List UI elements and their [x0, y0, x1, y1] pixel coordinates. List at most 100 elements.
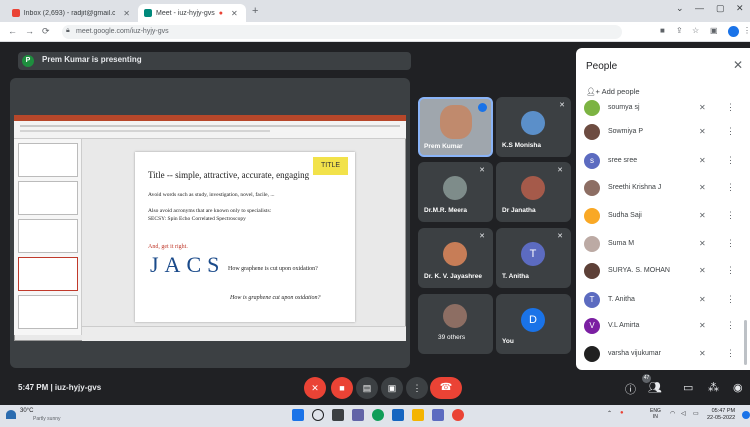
- chevron-down-icon[interactable]: ⌄: [676, 3, 684, 14]
- add-people-button[interactable]: 👤︎+ Add people: [586, 87, 640, 96]
- settings-icon[interactable]: [432, 409, 444, 421]
- leave-call-button[interactable]: ☎: [430, 377, 462, 399]
- slide-line: Avoid words such as study, investigation…: [148, 192, 275, 198]
- start-icon[interactable]: [292, 409, 304, 421]
- more-options-icon[interactable]: ⋮: [726, 210, 735, 221]
- participant-tile[interactable]: ✕ Dr Janatha: [496, 162, 571, 222]
- more-options-icon[interactable]: ⋮: [726, 182, 735, 193]
- title-tag: TITLE: [313, 157, 348, 175]
- task-view-icon[interactable]: [332, 409, 344, 421]
- more-options-icon[interactable]: ⋮: [726, 265, 735, 276]
- avatar: V: [584, 318, 600, 334]
- add-person-icon: 👤︎+: [586, 87, 600, 96]
- share-icon[interactable]: ⇪: [676, 26, 683, 35]
- participant-tile[interactable]: ✕ K.S Monisha: [496, 97, 571, 157]
- host-controls-icon[interactable]: ◉: [733, 381, 743, 394]
- camera-toggle-button[interactable]: ■: [331, 377, 353, 399]
- language-indicator[interactable]: ENG IN: [650, 408, 661, 420]
- star-icon[interactable]: ☆: [692, 26, 699, 35]
- close-icon[interactable]: ✕: [733, 58, 743, 72]
- menu-icon[interactable]: ⋮: [743, 26, 750, 35]
- notification-icon[interactable]: [742, 411, 750, 419]
- window-icon[interactable]: ▣: [710, 26, 718, 35]
- participant-tile[interactable]: ✕ T T. Anitha: [496, 228, 571, 288]
- mic-toggle-button[interactable]: ✕: [304, 377, 326, 399]
- participant-tile[interactable]: ✕ Dr. K. V. Jayashree: [418, 228, 493, 288]
- more-options-icon[interactable]: ⋮: [726, 102, 735, 113]
- more-options-button[interactable]: ⋮: [406, 377, 428, 399]
- close-icon[interactable]: ✕: [231, 9, 238, 18]
- presenter-avatar: P: [22, 55, 34, 67]
- maximize-button[interactable]: ▢: [716, 3, 725, 14]
- wifi-icon[interactable]: ◠: [670, 410, 675, 417]
- battery-icon[interactable]: ▭: [693, 410, 699, 417]
- people-icon[interactable]: 👥︎: [648, 381, 662, 394]
- person-row[interactable]: T T. Anitha ✕ ⋮: [576, 289, 748, 312]
- mic-off-icon: ✕: [479, 233, 485, 240]
- speaking-icon: [478, 103, 487, 112]
- more-options-icon[interactable]: ⋮: [726, 126, 735, 137]
- presenting-label: Prem Kumar is presenting: [42, 55, 142, 64]
- forward-button[interactable]: →: [25, 26, 34, 36]
- avatar: [584, 208, 600, 224]
- weather-temp[interactable]: 30°C: [20, 408, 33, 414]
- avatar: [443, 242, 467, 266]
- profile-avatar[interactable]: [728, 26, 739, 37]
- present-icon: ▣: [387, 383, 397, 393]
- others-tile[interactable]: 39 others: [418, 294, 493, 354]
- reload-button[interactable]: ⟳: [42, 26, 50, 37]
- people-count-badge: 47: [642, 374, 651, 383]
- present-button[interactable]: ▣: [381, 377, 403, 399]
- chat-icon[interactable]: ▭: [683, 381, 693, 394]
- close-icon[interactable]: ✕: [123, 9, 130, 18]
- self-tile[interactable]: D You: [496, 294, 571, 354]
- participant-name: Dr Janatha: [502, 207, 536, 214]
- clock-time: 05:47 PM: [711, 408, 736, 414]
- search-icon[interactable]: [312, 409, 324, 421]
- mic-off-icon: ✕: [699, 266, 706, 275]
- info-icon[interactable]: ⓘ: [625, 381, 636, 397]
- person-row[interactable]: Sreethi Krishna J ✕ ⋮: [576, 177, 748, 200]
- more-options-icon[interactable]: ⋮: [726, 348, 735, 359]
- captions-icon: ▤: [362, 383, 372, 393]
- participant-tile[interactable]: ✕ Dr.M.R. Meera: [418, 162, 493, 222]
- activities-icon[interactable]: ⁂: [708, 381, 719, 394]
- url-field[interactable]: meet.google.com/iuz-hyjy-gvs: [62, 25, 622, 39]
- person-row[interactable]: soumya sj ✕ ⋮: [576, 97, 748, 120]
- add-people-label: Add people: [601, 87, 640, 96]
- camera-icon[interactable]: ■: [660, 26, 665, 35]
- person-row[interactable]: Sowmiya P ✕ ⋮: [576, 121, 748, 144]
- mail-icon[interactable]: [392, 409, 404, 421]
- tray-app-icon[interactable]: ●: [620, 410, 624, 416]
- tab-inbox[interactable]: Inbox (2,693) - radjit@gmail.com ✕: [6, 4, 136, 22]
- edge-icon[interactable]: [372, 409, 384, 421]
- taskbar-clock[interactable]: 05:47 PM 22-05-2022: [707, 408, 735, 422]
- chat-app-icon[interactable]: [352, 409, 364, 421]
- close-window-button[interactable]: ✕: [736, 3, 744, 14]
- mic-off-icon: ✕: [699, 349, 706, 358]
- person-row[interactable]: Sudha Saji ✕ ⋮: [576, 205, 748, 228]
- mic-off-icon: ✕: [479, 167, 485, 174]
- participant-name: K.S Monisha: [502, 142, 542, 149]
- more-options-icon[interactable]: ⋮: [726, 294, 735, 305]
- file-explorer-icon[interactable]: [412, 409, 424, 421]
- tab-meet[interactable]: Meet - iuz-hyjy-gvs ● ✕: [138, 4, 246, 22]
- participant-tile[interactable]: Prem Kumar: [418, 97, 493, 157]
- tray-chevron-icon[interactable]: ⌃: [607, 410, 612, 417]
- more-options-icon[interactable]: ⋮: [726, 155, 735, 166]
- chrome-icon[interactable]: [452, 409, 464, 421]
- more-options-icon[interactable]: ⋮: [726, 238, 735, 249]
- panel-scrollbar[interactable]: [744, 320, 747, 365]
- volume-icon[interactable]: ◁: [681, 410, 686, 417]
- minimize-button[interactable]: —: [695, 3, 704, 13]
- person-row[interactable]: SURYA. S. MOHAN ✕ ⋮: [576, 260, 748, 283]
- person-row[interactable]: varsha vijukumar ✕ ⋮: [576, 343, 748, 366]
- new-tab-button[interactable]: +: [252, 5, 258, 17]
- mic-off-icon: ✕: [311, 383, 319, 393]
- person-row[interactable]: V V.L Amirta ✕ ⋮: [576, 315, 748, 338]
- person-row[interactable]: s sree sree ✕ ⋮: [576, 150, 748, 173]
- captions-button[interactable]: ▤: [356, 377, 378, 399]
- more-options-icon[interactable]: ⋮: [726, 320, 735, 331]
- back-button[interactable]: ←: [8, 26, 17, 36]
- person-row[interactable]: Suma M ✕ ⋮: [576, 233, 748, 256]
